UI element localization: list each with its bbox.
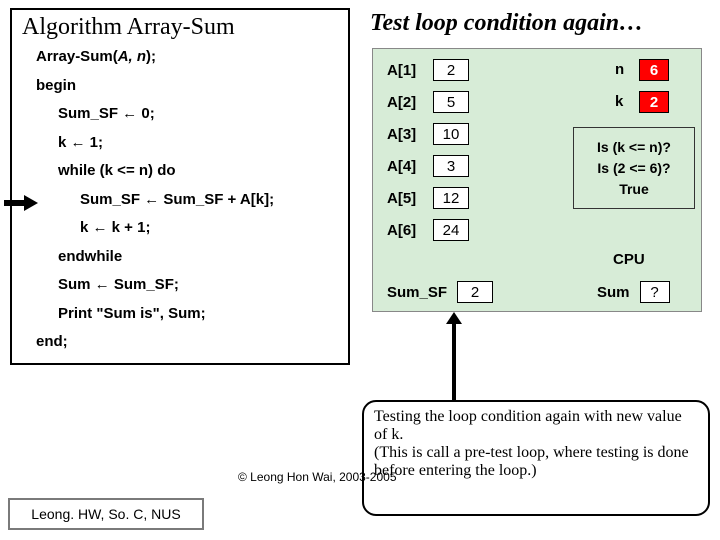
array-label: A[2] (387, 94, 425, 111)
algo-line: Sum ← Sum_SF; (22, 271, 338, 300)
cpu-label: CPU (613, 251, 645, 268)
algo-line: endwhile (22, 243, 338, 272)
array-label: A[6] (387, 222, 425, 239)
condition-line: Is (2 <= 6)? (597, 158, 670, 179)
sumsf-row: Sum_SF 2 (387, 281, 493, 303)
array-row: A[4] 3 (387, 155, 469, 177)
footer-attribution: Leong. HW, So. C, NUS (8, 498, 204, 530)
sum-cell: ? (640, 281, 670, 303)
array-row: A[2] 5 (387, 91, 469, 113)
array-cell: 12 (433, 187, 469, 209)
condition-box: Is (k <= n)? Is (2 <= 6)? True (573, 127, 695, 209)
array-cell: 2 (433, 59, 469, 81)
n-label: n (615, 61, 624, 78)
algorithm-title: Algorithm Array-Sum (22, 14, 338, 41)
callout-arrow-head-icon (446, 312, 462, 324)
algo-begin: begin (22, 72, 338, 101)
callout-text: Testing the loop condition again with ne… (374, 408, 689, 479)
condition-result: True (619, 179, 649, 200)
array-label: A[1] (387, 62, 425, 79)
algo-line: k ← k + 1; (22, 214, 338, 243)
condition-line: Is (k <= n)? (597, 137, 671, 158)
array-row: A[6] 24 (387, 219, 469, 241)
sum-label: Sum (597, 284, 630, 301)
k-cell: 2 (639, 91, 669, 113)
array-cell: 10 (433, 123, 469, 145)
array-row: A[5] 12 (387, 187, 469, 209)
sumsf-cell: 2 (457, 281, 493, 303)
k-label: k (615, 93, 623, 110)
algo-line: Sum_SF ← 0; (22, 100, 338, 129)
array-label: A[5] (387, 190, 425, 207)
algo-line-current: while (k <= n) do (22, 157, 338, 186)
array-cell: 3 (433, 155, 469, 177)
array-label: A[3] (387, 126, 425, 143)
sum-row: Sum ? (597, 281, 670, 303)
sumsf-label: Sum_SF (387, 284, 447, 301)
slide-heading: Test loop condition again… (370, 10, 643, 37)
algo-line: Print "Sum is", Sum; (22, 300, 338, 329)
array-cell: 24 (433, 219, 469, 241)
callout-box: Testing the loop condition again with ne… (362, 400, 710, 516)
n-cell: 6 (639, 59, 669, 81)
algo-line: k ← 1; (22, 129, 338, 158)
algorithm-box: Algorithm Array-Sum Array-Sum(A, n); beg… (10, 8, 350, 365)
algo-signature: Array-Sum(A, n); (22, 43, 338, 72)
array-cell: 5 (433, 91, 469, 113)
state-panel: A[1] 2 A[2] 5 A[3] 10 A[4] 3 A[5] 12 A[6… (372, 48, 702, 312)
algo-line: Sum_SF ← Sum_SF + A[k]; (22, 186, 338, 215)
array-row: A[1] 2 (387, 59, 469, 81)
algo-end: end; (22, 328, 338, 357)
array-label: A[4] (387, 158, 425, 175)
array-row: A[3] 10 (387, 123, 469, 145)
copyright-text: © Leong Hon Wai, 2003-2005 (238, 470, 397, 484)
callout-arrow-icon (452, 316, 456, 400)
